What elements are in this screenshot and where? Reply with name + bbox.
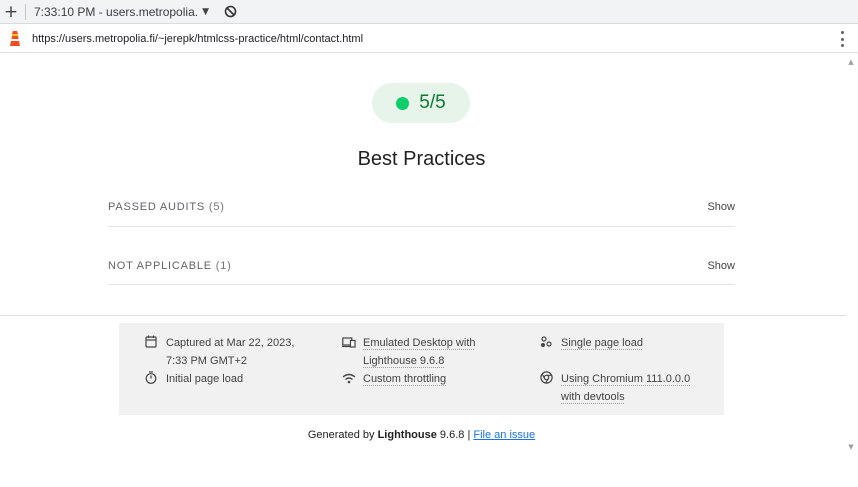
meta-text[interactable]: Emulated Desktop with Lighthouse 9.6.8 xyxy=(363,334,502,370)
tab-strip: + 7:33:10 PM - users.metropolia. ▼ xyxy=(0,0,858,24)
pass-dot-icon xyxy=(396,96,410,110)
meta-text[interactable]: Single page load xyxy=(561,334,643,352)
footer-version: 9.6.8 | xyxy=(439,429,471,441)
stopwatch-icon xyxy=(145,371,159,385)
url-text[interactable]: https://users.metropolia.fi/~jerepk/html… xyxy=(32,33,363,45)
scroll-up-icon[interactable]: ▲ xyxy=(847,58,855,66)
calendar-icon xyxy=(145,335,159,349)
meta-text: Captured at Mar 22, 2023, 7:33 PM GMT+2 xyxy=(166,337,295,367)
scrollbar[interactable]: ▲ ▼ xyxy=(844,53,858,451)
chevron-down-icon[interactable]: ▼ xyxy=(202,7,209,17)
lighthouse-logo-icon xyxy=(0,25,30,53)
category-title: Best Practices xyxy=(357,148,486,170)
tab-title[interactable]: 7:33:10 PM - users.metropolia. xyxy=(34,5,198,19)
network-icon xyxy=(342,371,356,385)
page-load-icon xyxy=(540,335,554,349)
meta-browser: Using Chromium 111.0.0.0 with devtools xyxy=(540,370,710,406)
scroll-down-icon[interactable]: ▼ xyxy=(847,443,855,451)
audit-group-title: NOT APPLICABLE xyxy=(108,259,212,272)
runtime-settings: Captured at Mar 22, 2023, 7:33 PM GMT+2 … xyxy=(119,323,724,415)
chrome-icon xyxy=(540,371,554,385)
devices-icon xyxy=(342,335,356,349)
audit-group-count: (5) xyxy=(208,200,225,213)
footer-prefix: Generated by xyxy=(307,429,375,441)
footer-product: Lighthouse xyxy=(377,429,437,441)
more-menu-icon[interactable] xyxy=(838,31,846,47)
show-button[interactable]: Show xyxy=(707,201,735,213)
divider xyxy=(108,284,735,285)
meta-emulation: Emulated Desktop with Lighthouse 9.6.8 xyxy=(342,334,502,370)
audit-group-title: PASSED AUDITS xyxy=(108,200,205,213)
divider xyxy=(108,226,735,227)
meta-page-load: Single page load xyxy=(540,334,710,352)
block-icon[interactable] xyxy=(223,5,237,19)
new-tab-icon[interactable]: + xyxy=(0,0,22,24)
audit-group-passed[interactable]: PASSED AUDITS (5) Show xyxy=(108,196,735,217)
score-value: 5/5 xyxy=(419,92,446,113)
address-bar: https://users.metropolia.fi/~jerepk/html… xyxy=(0,25,858,53)
audit-group-label: NOT APPLICABLE (1) xyxy=(108,260,232,272)
meta-text[interactable]: Custom throttling xyxy=(363,370,446,388)
show-button[interactable]: Show xyxy=(707,260,735,272)
meta-text[interactable]: Using Chromium 111.0.0.0 with devtools xyxy=(561,370,710,406)
tab-separator xyxy=(25,3,26,20)
report-footer: Generated by Lighthouse 9.6.8 | File an … xyxy=(0,429,843,441)
meta-initial-load: Initial page load xyxy=(145,370,315,388)
score-gauge: 5/5 xyxy=(372,83,470,123)
meta-capture-time: Captured at Mar 22, 2023, 7:33 PM GMT+2 xyxy=(145,334,315,370)
audit-group-not-applicable[interactable]: NOT APPLICABLE (1) Show xyxy=(108,255,735,276)
audit-group-count: (1) xyxy=(215,259,232,272)
section-divider xyxy=(0,315,846,316)
file-issue-link[interactable]: File an issue xyxy=(473,429,535,441)
meta-text: Initial page load xyxy=(166,373,244,385)
audit-group-label: PASSED AUDITS (5) xyxy=(108,201,225,213)
meta-throttling: Custom throttling xyxy=(342,370,502,388)
